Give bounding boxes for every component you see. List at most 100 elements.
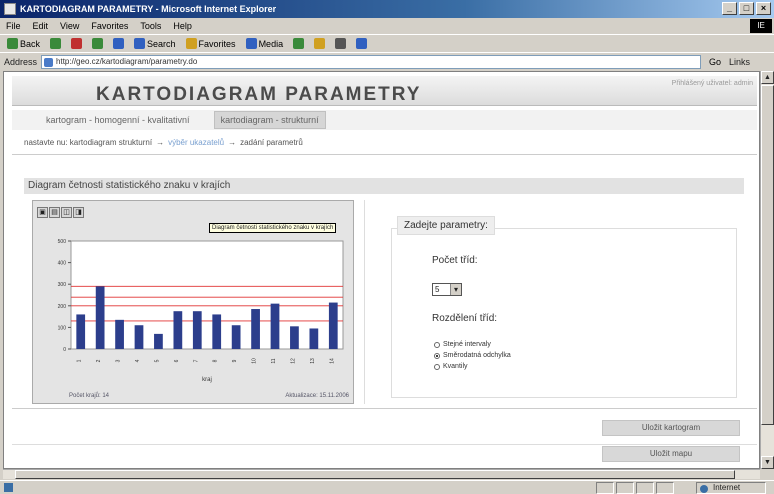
plot-area: [70, 240, 344, 350]
save-cartogram-button[interactable]: Uložit kartogram: [602, 420, 740, 436]
close-button[interactable]: ×: [756, 2, 771, 15]
y-tick-label: 500: [58, 239, 67, 245]
breadcrumb-current: zadání parametrů: [240, 138, 303, 147]
menu-file[interactable]: File: [6, 21, 21, 31]
breadcrumb-separator: →: [156, 138, 165, 147]
menu-tools[interactable]: Tools: [140, 21, 161, 31]
toolbar-button[interactable]: Media: [243, 38, 287, 49]
menu-view[interactable]: View: [60, 21, 79, 31]
scroll-down-icon[interactable]: ▼: [761, 456, 774, 469]
radio-button[interactable]: [434, 341, 440, 348]
chart-print-icon[interactable]: ▤: [49, 207, 60, 218]
scroll-up-icon[interactable]: ▲: [761, 71, 774, 84]
toolbar-button-label: Favorites: [198, 38, 236, 49]
mail-icon: [314, 38, 326, 49]
address-input[interactable]: http://geo.cz/kartodiagram/parametry.do: [41, 54, 702, 69]
toolbar-button[interactable]: [47, 38, 64, 49]
x-tick-label: 4: [135, 359, 141, 362]
ie-app-icon: [4, 3, 16, 15]
toolbar-button[interactable]: [311, 38, 328, 49]
tab-bar: kartogram - homogenní - kvalitativní kar…: [12, 110, 757, 130]
menu-favorites[interactable]: Favorites: [91, 21, 128, 31]
x-axis-label: kraj: [202, 377, 212, 383]
divider: [12, 444, 757, 445]
toolbar-button[interactable]: Search: [131, 38, 179, 49]
ie-logo-icon: IE: [750, 19, 772, 33]
status-cell: [656, 482, 674, 494]
radio-label: Směrodatná odchylka: [443, 352, 511, 359]
toolbar-button[interactable]: Back: [4, 38, 43, 49]
x-tick-label: 13: [310, 358, 316, 364]
toolbar-button[interactable]: [290, 38, 307, 49]
bar: [173, 311, 183, 349]
breadcrumb-link[interactable]: výběr ukazatelů: [168, 138, 224, 147]
save-map-button[interactable]: Uložit mapu: [602, 446, 740, 462]
links-button[interactable]: Links: [729, 57, 750, 67]
y-tick-label: 400: [58, 261, 67, 267]
class-count-select[interactable]: 5: [432, 283, 462, 296]
x-tick-label: 2: [96, 359, 102, 362]
status-cell: [596, 482, 614, 494]
class-count-label: Počet tříd:: [432, 255, 478, 266]
chart-copy-icon[interactable]: ◫: [61, 207, 72, 218]
history-icon: [293, 38, 305, 49]
media-icon: [245, 38, 257, 49]
x-tick-label: 8: [213, 359, 219, 362]
scroll-thumb[interactable]: [761, 85, 774, 425]
toolbar-button[interactable]: [68, 38, 85, 49]
radio-button-selected[interactable]: [434, 352, 440, 359]
toolbar-button[interactable]: [332, 38, 349, 49]
page-title: KARTODIAGRAM PARAMETRY: [96, 84, 422, 105]
radio-button[interactable]: [434, 363, 440, 370]
chart-footer-right: Aktualizace: 15.11.2006: [285, 393, 349, 399]
section-title: Diagram četnosti statistického znaku v k…: [24, 178, 744, 194]
menu-help[interactable]: Help: [173, 21, 192, 31]
minimize-button[interactable]: _: [722, 2, 737, 15]
browser-viewport: KARTODIAGRAM PARAMETRY Přihlášený uživat…: [3, 71, 760, 469]
go-button[interactable]: Go: [705, 57, 725, 67]
radio-option[interactable]: Stejné intervaly: [434, 341, 491, 348]
back-arrow-icon: [7, 38, 18, 49]
bar-chart: 01002003004005001 2 3 4 5 6 7 8 9 10 11 12 13 14kraj: [58, 239, 344, 383]
star-icon: [185, 38, 197, 49]
chart-panel: ▣ ▤ ◫ ◨ Diagram četnosti statistického z…: [32, 200, 354, 404]
status-bar: Internet: [0, 480, 774, 494]
chart-save-icon[interactable]: ▣: [37, 207, 48, 218]
horizontal-scrollbar[interactable]: [3, 469, 760, 479]
maximize-button[interactable]: □: [739, 2, 754, 15]
y-tick-label: 300: [58, 282, 67, 288]
menu-edit[interactable]: Edit: [33, 21, 49, 31]
tab-kartodiagram[interactable]: kartodiagram - strukturní: [213, 111, 326, 129]
bar: [115, 319, 124, 349]
bar: [154, 333, 163, 349]
x-tick-label: 5: [154, 359, 160, 362]
parameter-heading: Zadejte parametry:: [397, 216, 495, 235]
address-label: Address: [4, 56, 38, 67]
x-tick-label: 6: [174, 359, 180, 362]
page-header: KARTODIAGRAM PARAMETRY Přihlášený uživat…: [12, 76, 757, 106]
vertical-scrollbar[interactable]: ▲ ▼: [760, 71, 774, 469]
tab-kartogram[interactable]: kartogram - homogenní - kvalitativní: [40, 112, 196, 128]
bar: [231, 325, 241, 349]
chart-zoom-icon[interactable]: ◨: [73, 207, 84, 218]
radio-option[interactable]: Kvantily: [434, 363, 468, 370]
chart-tooltip: Diagram četnosti statistického znaku v k…: [209, 223, 337, 233]
radio-label: Kvantily: [443, 363, 468, 370]
bar: [270, 303, 280, 349]
x-tick-label: 9: [232, 359, 238, 362]
toolbar-button[interactable]: [110, 38, 127, 49]
radio-option[interactable]: Směrodatná odchylka: [434, 352, 511, 359]
bar: [95, 286, 105, 349]
scroll-thumb[interactable]: [15, 470, 735, 479]
address-bar: Address http://geo.cz/kartodiagram/param…: [0, 52, 774, 70]
x-tick-label: 1: [77, 359, 83, 362]
stop-icon: [71, 38, 83, 49]
user-info: Přihlášený uživatel: admin: [671, 80, 753, 87]
bar: [290, 326, 299, 349]
window-title: KARTODIAGRAM PARAMETRY - Microsoft Inter…: [20, 4, 277, 14]
toolbar-button[interactable]: [89, 38, 106, 49]
toolbar-button[interactable]: [353, 38, 370, 49]
divider: [12, 408, 757, 409]
chart-toolbar: ▣ ▤ ◫ ◨: [37, 207, 84, 218]
toolbar-button[interactable]: Favorites: [183, 38, 239, 49]
